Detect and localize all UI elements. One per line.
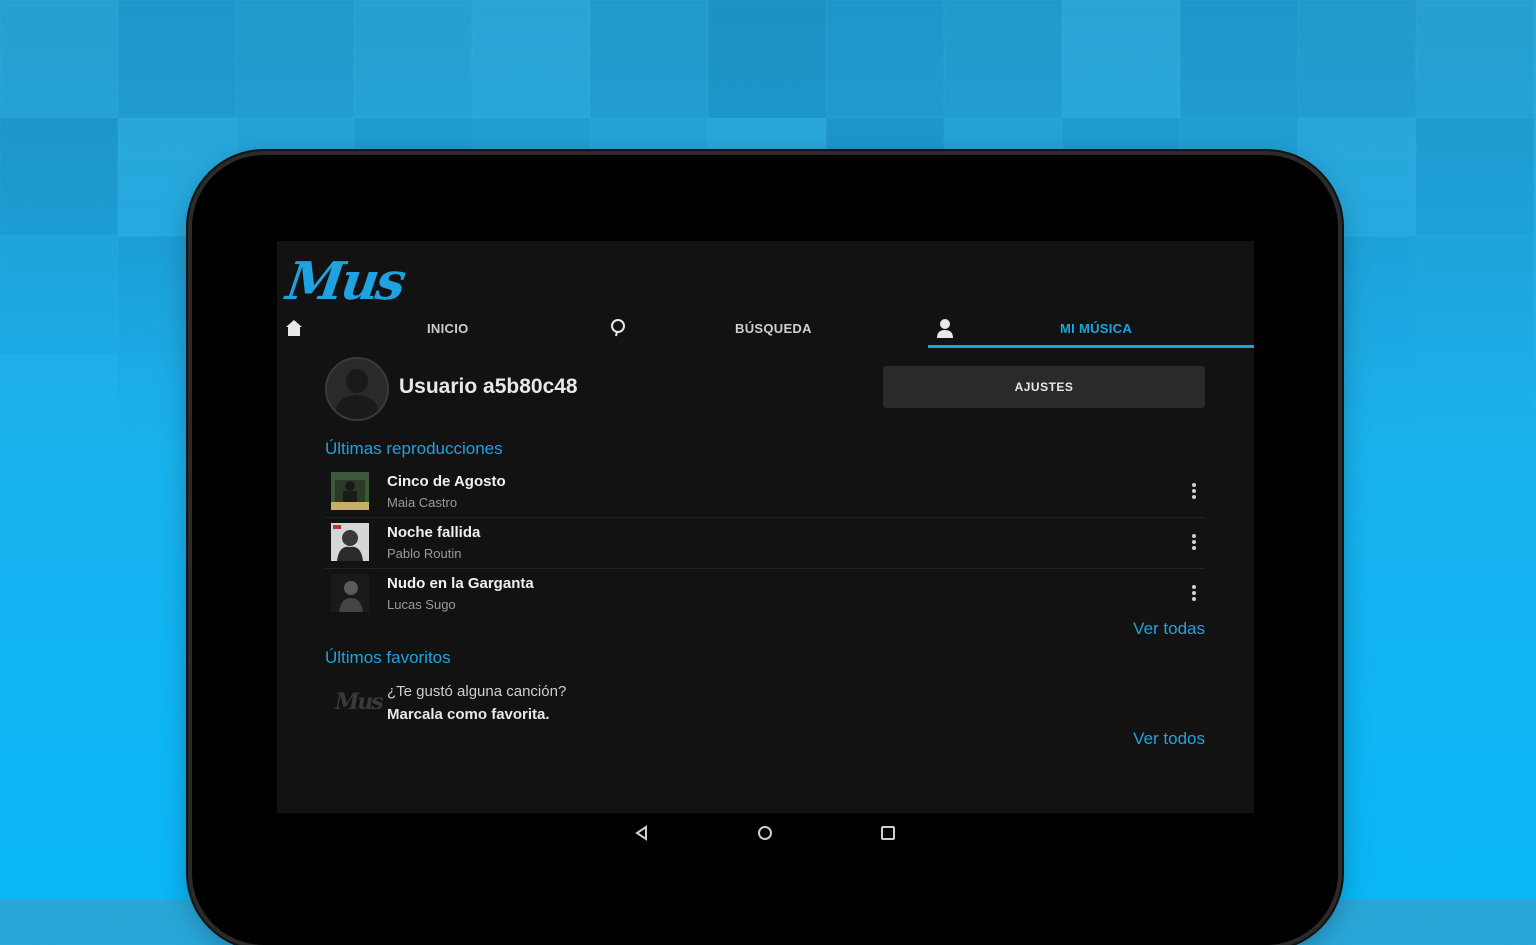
album-cover-thumbnail	[331, 574, 369, 612]
username: Usuario a5b80c48	[399, 375, 578, 398]
empty-favorites-hint: Marcala como favorita.	[387, 706, 550, 723]
avatar-head-shape	[346, 369, 368, 393]
tab-bar: INICIO BÚSQUEDA MI MÚSICA	[277, 309, 1254, 349]
track-row[interactable]: Cinco de Agosto Maia Castro	[325, 467, 1205, 518]
more-options-icon[interactable]	[1191, 481, 1197, 501]
track-artist: Lucas Sugo	[387, 597, 456, 612]
album-cover-thumbnail	[331, 523, 369, 561]
album-tile	[708, 0, 826, 118]
album-tile	[1180, 0, 1298, 118]
track-title: Nudo en la Garganta	[387, 575, 534, 592]
empty-favorites-question: ¿Te gustó alguna canción?	[387, 683, 567, 700]
see-all-favorites-link[interactable]: Ver todos	[1133, 729, 1205, 749]
track-title: Cinco de Agosto	[387, 473, 506, 490]
recent-plays-title: Últimas reproducciones	[325, 439, 503, 458]
tab-label: INICIO	[427, 320, 469, 336]
home-icon	[286, 320, 302, 336]
avatar[interactable]	[325, 357, 389, 421]
tab-mi-musica[interactable]: MI MÚSICA	[1060, 309, 1132, 347]
album-tile	[0, 236, 118, 354]
settings-button[interactable]: AJUSTES	[883, 366, 1205, 408]
active-tab-indicator	[928, 345, 1254, 348]
album-tile	[944, 0, 1062, 118]
track-title: Noche fallida	[387, 524, 481, 541]
more-options-icon[interactable]	[1191, 583, 1197, 603]
favorites-title: Últimos favoritos	[325, 648, 451, 667]
recents-square-icon[interactable]	[878, 823, 898, 843]
album-tile	[354, 0, 472, 118]
album-tile	[0, 0, 118, 118]
app-logo: Mus	[282, 251, 407, 312]
track-artist: Pablo Routin	[387, 546, 462, 561]
album-tile	[826, 0, 944, 118]
tablet-device-frame: Mus INICIO BÚSQUEDA MI MÚSICA Usuario a5…	[192, 155, 1338, 945]
user-icon	[937, 319, 953, 338]
tab-search-icon-wrap[interactable]	[609, 309, 627, 347]
avatar-body-shape	[336, 395, 378, 419]
album-cover-thumbnail	[331, 472, 369, 510]
empty-favorites-logo: Mus	[335, 689, 384, 715]
home-circle-icon[interactable]	[755, 823, 775, 843]
album-tile	[0, 354, 118, 472]
album-tile	[1416, 0, 1534, 118]
album-tile	[1062, 0, 1180, 118]
track-row[interactable]: Noche fallida Pablo Routin	[325, 518, 1205, 569]
album-tile	[590, 0, 708, 118]
album-tile	[1416, 118, 1534, 236]
album-tile	[472, 0, 590, 118]
android-navigation-bar	[192, 813, 1338, 853]
track-row[interactable]: Nudo en la Garganta Lucas Sugo	[325, 569, 1205, 619]
back-icon[interactable]	[632, 823, 652, 843]
see-all-recent-link[interactable]: Ver todas	[1133, 619, 1205, 639]
app-screen: Mus INICIO BÚSQUEDA MI MÚSICA Usuario a5…	[277, 241, 1254, 813]
tab-home-icon-wrap[interactable]	[285, 309, 303, 347]
album-tile	[0, 118, 118, 236]
tab-user-icon-wrap[interactable]	[936, 309, 954, 347]
tab-busqueda[interactable]: BÚSQUEDA	[735, 309, 812, 347]
album-tile	[1416, 354, 1534, 472]
album-tile	[118, 0, 236, 118]
tab-label: MI MÚSICA	[1060, 320, 1133, 336]
search-icon	[611, 319, 625, 337]
track-artist: Maia Castro	[387, 495, 458, 510]
recent-track-list: Cinco de Agosto Maia Castro Noche fallid…	[325, 467, 1205, 619]
tab-label: BÚSQUEDA	[735, 320, 812, 336]
tab-inicio[interactable]: INICIO	[427, 309, 469, 347]
album-tile	[1298, 0, 1416, 118]
album-tile	[236, 0, 354, 118]
album-tile	[1416, 236, 1534, 354]
more-options-icon[interactable]	[1191, 532, 1197, 552]
